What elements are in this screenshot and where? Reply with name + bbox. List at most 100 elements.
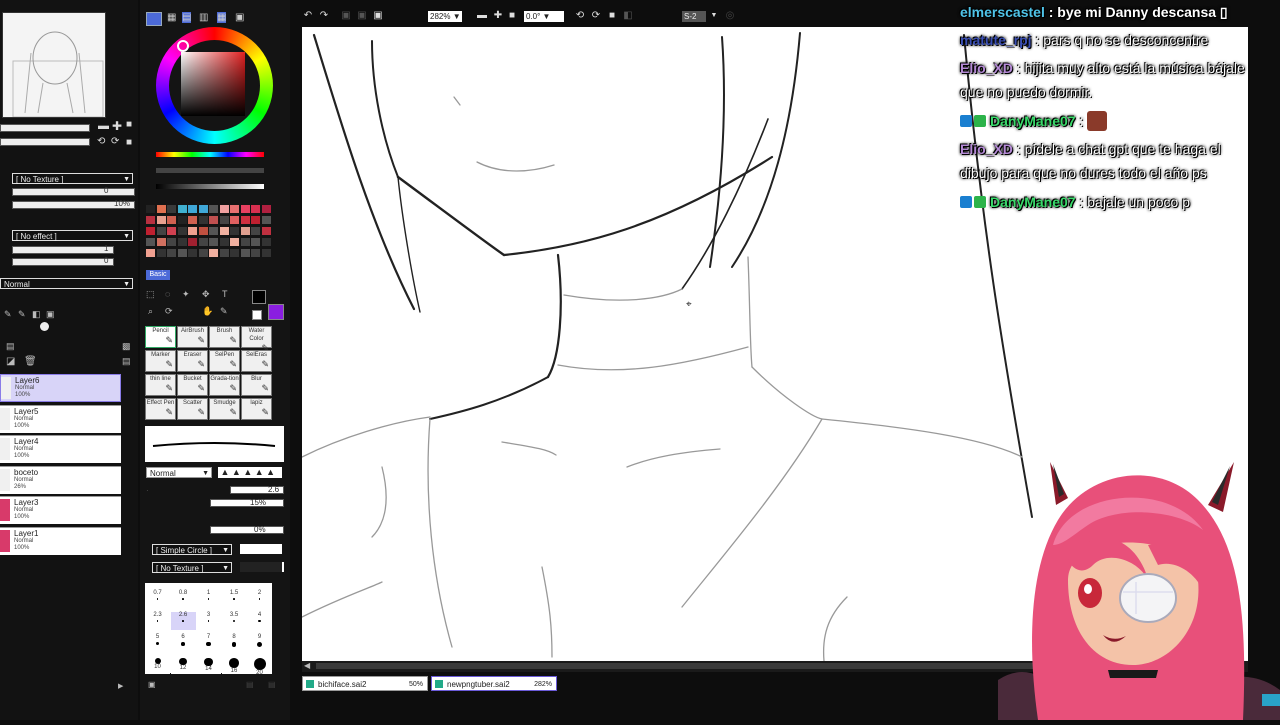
color-swatch[interactable]: [230, 227, 239, 235]
layer-settings-icon[interactable]: ▤: [122, 356, 131, 367]
saturation-value-square[interactable]: [181, 52, 245, 116]
color-swatch[interactable]: [251, 249, 260, 257]
tool-button[interactable]: Scatter ✎: [177, 398, 208, 420]
redo-icon[interactable]: ↷: [318, 10, 330, 22]
color-swatch[interactable]: [146, 216, 155, 224]
effect-strength-slider[interactable]: [12, 258, 114, 266]
chat-username[interactable]: DanyMane07: [990, 113, 1076, 129]
value-slider[interactable]: [156, 184, 264, 189]
brush-size-option[interactable]: 9: [247, 634, 272, 652]
tool-button[interactable]: lapiz ✎: [241, 398, 272, 420]
rotate-left-icon[interactable]: ⟲: [97, 136, 105, 147]
tab-nav-right-icon[interactable]: ▤: [268, 680, 276, 689]
hue-picker-icon[interactable]: [177, 40, 189, 52]
layer-row[interactable]: Layer3 Normal 100%: [0, 496, 121, 524]
brush-size-option[interactable]: 2: [247, 590, 272, 608]
rotate-tool-icon[interactable]: ⟳: [165, 306, 173, 317]
zoom-out-icon[interactable]: ▬: [476, 10, 488, 22]
brush-edge-buttons[interactable]: ▲ ▲ ▲ ▲ ▲: [218, 467, 282, 478]
color-swatch[interactable]: [188, 227, 197, 235]
color-swatch[interactable]: [198, 205, 208, 213]
show-selection-icon[interactable]: ▣: [372, 10, 384, 22]
brush-blend-dropdown[interactable]: Normal ▼: [146, 467, 212, 478]
color-swatch[interactable]: [230, 249, 239, 257]
delete-layer-icon[interactable]: 🗑: [24, 356, 37, 367]
brush-size-option[interactable]: 0.8: [170, 590, 196, 608]
color-swatch[interactable]: [240, 216, 250, 224]
texture-scale-slider[interactable]: [12, 188, 135, 196]
rotate-left-icon[interactable]: ⟲: [574, 10, 586, 22]
lasso-tool-icon[interactable]: ◌: [165, 289, 170, 299]
color-swatch[interactable]: [240, 238, 250, 246]
stabilizer-field[interactable]: S-2: [682, 11, 706, 22]
color-swatch[interactable]: [230, 238, 239, 246]
density-slider[interactable]: [210, 526, 284, 534]
color-swatch[interactable]: [156, 238, 166, 246]
hsv-slider-tab-icon[interactable]: ▤: [182, 12, 192, 23]
color-swatch[interactable]: [219, 249, 229, 257]
tool-button[interactable]: Eraser ✎: [177, 350, 208, 372]
layer-blend-mode-dropdown[interactable]: Normal ▼: [0, 278, 133, 289]
color-swatch[interactable]: [251, 238, 260, 246]
chat-username[interactable]: elmerscastel: [960, 4, 1045, 20]
tool-button[interactable]: Water Color ✎: [241, 326, 272, 353]
color-wheel-tab-icon[interactable]: [146, 12, 162, 26]
tool-button[interactable]: AirBrush ✎: [177, 326, 208, 348]
new-layer-icon[interactable]: ▤: [6, 341, 15, 352]
brush-size-option[interactable]: 5: [145, 634, 170, 652]
color-swatch[interactable]: [240, 227, 250, 235]
color-swatch[interactable]: [240, 205, 250, 213]
tab-nav-left-icon[interactable]: ▤: [246, 680, 254, 689]
color-swatch[interactable]: [261, 238, 271, 246]
nav-rotate-slider[interactable]: [0, 138, 90, 146]
color-swatch[interactable]: [188, 238, 197, 246]
tool-button[interactable]: Blur ✎: [241, 374, 272, 396]
tool-button[interactable]: Brush ✎: [209, 326, 240, 348]
color-swatch[interactable]: [146, 205, 155, 213]
color-swatch[interactable]: [177, 216, 187, 224]
select-tool-icon[interactable]: ⬚: [146, 289, 155, 300]
pressure-settings-icon[interactable]: ◎: [724, 10, 736, 22]
brush-size-option[interactable]: 7: [196, 634, 221, 652]
zoom-in-icon[interactable]: ✚: [112, 119, 122, 133]
rotation-field[interactable]: 0.0° ▼: [524, 11, 564, 22]
chat-username[interactable]: Elio_XD: [960, 141, 1013, 157]
scratchpad-tab-icon[interactable]: ▣: [235, 12, 244, 23]
swatch-tab-basic[interactable]: Basic: [146, 270, 170, 280]
lock-icon[interactable]: ▣: [46, 309, 55, 320]
text-tool-icon[interactable]: T: [222, 289, 228, 299]
color-swatch[interactable]: [177, 238, 187, 246]
layer-row[interactable]: Layer6 Normal 100%: [0, 374, 121, 402]
new-layer-button-icon[interactable]: ◪: [6, 356, 15, 367]
color-swatch[interactable]: [198, 249, 208, 257]
color-swatch[interactable]: [156, 205, 166, 213]
layer-row[interactable]: Layer4 Normal 100%: [0, 435, 121, 463]
color-swatch[interactable]: [251, 216, 260, 224]
color-swatch[interactable]: [209, 205, 218, 213]
color-swatch[interactable]: [167, 227, 176, 235]
nav-zoom-slider[interactable]: [0, 124, 90, 132]
color-swatch[interactable]: [261, 216, 271, 224]
color-swatch[interactable]: [167, 205, 176, 213]
color-swatch[interactable]: [219, 238, 229, 246]
brush-size-option[interactable]: 2.6: [170, 612, 196, 630]
brush-size-option[interactable]: 6: [170, 634, 196, 652]
color-swatch[interactable]: [219, 216, 229, 224]
color-swatch[interactable]: [177, 227, 187, 235]
color-swatch[interactable]: [261, 249, 271, 257]
tool-button[interactable]: thin line ✎: [145, 374, 176, 396]
chevron-down-icon[interactable]: ▼: [708, 10, 720, 22]
brush-texture-dropdown[interactable]: [ No Texture ] ▼: [152, 562, 232, 573]
brush-size-option[interactable]: 10: [145, 656, 170, 674]
color-swatch[interactable]: [167, 216, 176, 224]
effect-width-slider[interactable]: [12, 246, 114, 254]
move-tool-icon[interactable]: ✥: [202, 289, 210, 300]
chat-username[interactable]: matute_rpj: [960, 32, 1032, 48]
brush-size-option[interactable]: 16: [221, 656, 247, 674]
rgb-slider-tab-icon[interactable]: ▦: [167, 12, 176, 23]
bucket-icon[interactable]: ◧: [32, 309, 41, 320]
undo-icon[interactable]: ↶: [302, 10, 314, 22]
tool-button[interactable]: Bucket ✎: [177, 374, 208, 396]
secondary-color-swatch[interactable]: [268, 304, 284, 320]
saturation-slider[interactable]: [156, 168, 264, 173]
